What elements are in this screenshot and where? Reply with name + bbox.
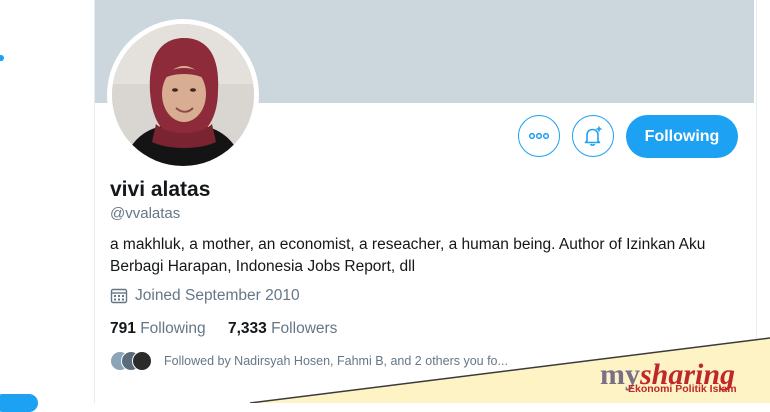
notifications-button[interactable] — [572, 115, 614, 157]
joined-date: Joined September 2010 — [110, 287, 300, 305]
joined-label: Joined September 2010 — [135, 287, 300, 304]
following-stat-label: Following — [140, 320, 206, 337]
following-stat[interactable]: 791 Following — [110, 320, 206, 337]
following-button[interactable]: Following — [626, 115, 738, 158]
more-icon — [529, 133, 549, 139]
profile-handle: @vvalatas — [110, 205, 181, 222]
followed-by-text: Followed by Nadirsyah Hosen, Fahmi B, an… — [164, 354, 508, 368]
avatar-photo — [112, 24, 254, 166]
following-count: 791 — [110, 320, 136, 337]
bell-plus-icon — [584, 126, 602, 146]
profile-name: vivi alatas — [110, 178, 211, 201]
left-nav-strip — [0, 0, 94, 403]
avatar[interactable] — [112, 24, 254, 166]
tweet-button-edge[interactable] — [0, 394, 38, 412]
follow-stats: 791 Following 7,333 Followers — [110, 320, 355, 338]
profile-bio: a makhluk, a mother, an economist, a res… — [110, 236, 706, 275]
more-options-button[interactable] — [518, 115, 560, 157]
mini-avatar — [132, 351, 152, 371]
calendar-icon — [110, 288, 128, 304]
followers-count: 7,333 — [227, 320, 267, 337]
watermark-subtitle: Ekonomi Politik Islam — [628, 383, 737, 395]
followers-stat[interactable]: 7,333 Followers — [228, 320, 337, 337]
followers-stat-label: Followers — [271, 320, 338, 337]
followed-by-avatars — [110, 351, 154, 371]
followed-by-row[interactable]: Followed by Nadirsyah Hosen, Fahmi B, an… — [110, 351, 508, 371]
